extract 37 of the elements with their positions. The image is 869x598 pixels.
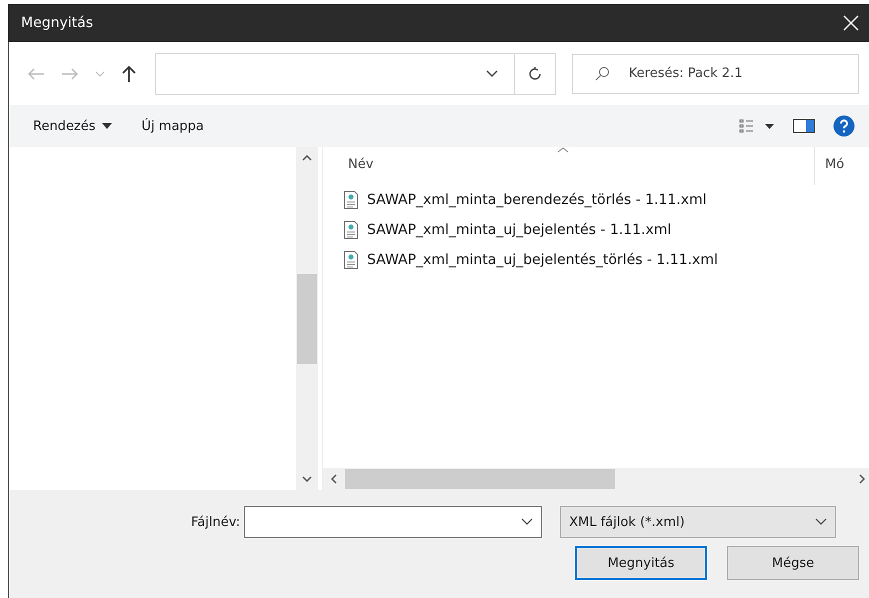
chevron-icon[interactable] (521, 518, 534, 526)
column-header[interactable]: Mó (815, 147, 844, 185)
scroll-up-icon[interactable] (302, 155, 312, 161)
search-field[interactable]: Keresés: Pack 2.1 (572, 54, 859, 94)
chevron-icon (815, 518, 828, 526)
window-title: Megnyitás (21, 15, 93, 31)
address-field[interactable] (154, 52, 556, 94)
scroll-right-icon[interactable] (859, 474, 865, 484)
vertical-scrollbar[interactable] (296, 147, 318, 490)
chevron-icon[interactable] (486, 70, 498, 78)
up-icon[interactable] (120, 64, 137, 82)
organize-button[interactable]: Rendezés (27, 114, 118, 138)
refresh-icon (528, 66, 542, 80)
sort-icon (557, 147, 569, 153)
help-icon[interactable] (833, 115, 855, 137)
filename-label: Fájlnév: (191, 514, 240, 530)
xml-file-icon (343, 191, 359, 209)
caret-icon (102, 123, 112, 129)
horizontal-scrollbar[interactable] (323, 468, 869, 490)
scroll-thumb[interactable] (297, 274, 317, 364)
cancel-button[interactable]: Mégse (727, 546, 859, 580)
xml-file-icon (343, 251, 359, 269)
open-button[interactable]: Megnyitás (575, 546, 707, 580)
file-item[interactable]: SAWAP_xml_minta_berendezés_törlés - 1.11.xml (343, 185, 869, 215)
column-header[interactable]: Név (323, 147, 815, 185)
preview-pane-icon[interactable] (793, 119, 815, 133)
new-folder-button[interactable]: Új mappa (136, 114, 210, 138)
scroll-left-icon[interactable] (331, 474, 337, 484)
view-icon[interactable] (739, 119, 775, 133)
file-type-dropdown[interactable]: XML fájlok (*.xml) (560, 506, 836, 538)
file-item[interactable]: SAWAP_xml_minta_uj_bejelentés_törlés - 1.11.xml (343, 245, 869, 275)
scroll-thumb[interactable] (345, 469, 615, 489)
filename-field[interactable] (244, 506, 542, 538)
scroll-down-icon[interactable] (302, 476, 312, 482)
xml-file-icon (343, 221, 359, 239)
close-icon[interactable] (843, 15, 859, 31)
file-item[interactable]: SAWAP_xml_minta_uj_bejelentés - 1.11.xml (343, 215, 869, 245)
